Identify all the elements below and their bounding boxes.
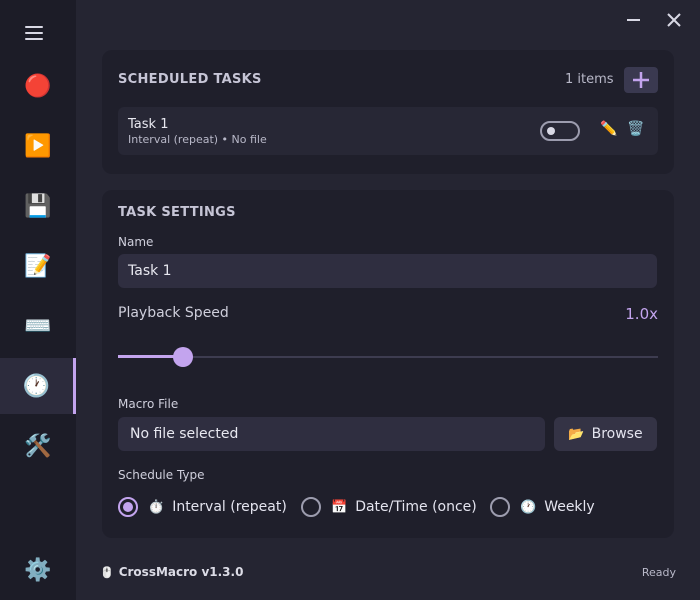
status-text: Ready [641, 566, 676, 579]
sidebar-item-settings[interactable]: ⚙️ [0, 542, 76, 598]
macro-file-label: Macro File [118, 397, 179, 411]
browse-button[interactable]: 📂 Browse [554, 417, 657, 451]
save-icon: 💾 [24, 193, 52, 219]
slider-track [118, 356, 658, 358]
folder-icon: 📂 [568, 426, 585, 442]
add-task-button[interactable] [624, 67, 658, 93]
minimize-button[interactable] [624, 10, 644, 30]
trash-icon: 🗑️ [627, 121, 645, 137]
schedule-option-label: Date/Time (once) [355, 499, 477, 515]
app-version: 🖱️ CrossMacro v1.3.0 [100, 565, 243, 579]
calendar-icon: 📅 [331, 499, 348, 515]
play-icon: ▶️ [24, 133, 52, 159]
slider-thumb[interactable] [173, 347, 193, 367]
schedule-option-label: Interval (repeat) [172, 499, 287, 515]
macro-file-value: No file selected [130, 426, 239, 442]
playback-speed-label: Playback Speed [118, 305, 229, 321]
scheduled-tasks-title: SCHEDULED TASKS [118, 72, 262, 87]
schedule-option-interval[interactable]: ⏱️ Interval (repeat) [118, 494, 287, 520]
playback-speed-slider[interactable] [118, 347, 658, 367]
hamburger-menu-icon[interactable] [25, 26, 45, 40]
sidebar-item-save[interactable]: 💾 [0, 178, 76, 234]
schedule-option-weekly[interactable]: 🕐 Weekly [490, 494, 595, 520]
name-field[interactable]: Task 1 [118, 254, 657, 288]
stopwatch-icon: ⏱️ [148, 499, 165, 515]
sidebar-item-keyboard[interactable]: ⌨️ [0, 298, 76, 354]
memo-icon: 📝 [24, 253, 52, 279]
schedule-option-label: Weekly [544, 499, 595, 515]
sidebar-item-record[interactable]: 🔴 [0, 58, 76, 114]
close-button[interactable] [664, 10, 684, 30]
record-icon: 🔴 [24, 73, 52, 99]
radio-button[interactable] [301, 497, 321, 517]
name-label: Name [118, 235, 154, 249]
tools-icon: 🛠️ [24, 433, 52, 459]
plus-icon [633, 72, 649, 88]
task-count: 1 items [565, 72, 614, 87]
macro-file-field[interactable]: No file selected [118, 417, 545, 451]
sidebar: 🔴 ▶️ 💾 📝 ⌨️ 🕐 🛠️ ⚙️ [0, 0, 76, 600]
delete-task-button[interactable]: 🗑️ [627, 121, 644, 137]
name-field-value: Task 1 [128, 263, 172, 279]
toggle-knob [547, 127, 555, 135]
minimize-icon [627, 19, 640, 21]
schedule-type-label: Schedule Type [118, 468, 205, 482]
clock-icon: 🕐 [22, 373, 51, 399]
gear-icon: ⚙️ [24, 557, 52, 583]
app-name: CrossMacro v1.3.0 [118, 565, 244, 579]
edit-task-button[interactable]: ✏️ [600, 121, 617, 137]
clock-icon: 🕐 [520, 499, 537, 515]
radio-button[interactable] [118, 497, 138, 517]
close-icon [667, 13, 681, 27]
task-detail: Interval (repeat) • No file [128, 133, 267, 146]
playback-speed-value: 1.0x [625, 305, 658, 323]
schedule-option-datetime[interactable]: 📅 Date/Time (once) [301, 494, 477, 520]
sidebar-item-editor[interactable]: 📝 [0, 238, 76, 294]
scheduled-tasks-card: SCHEDULED TASKS 1 items Task 1 Interval … [102, 50, 674, 174]
radio-button[interactable] [490, 497, 510, 517]
task-settings-title: TASK SETTINGS [118, 205, 236, 220]
task-enabled-toggle[interactable] [540, 121, 580, 141]
sidebar-item-play[interactable]: ▶️ [0, 118, 76, 174]
browse-label: Browse [591, 426, 643, 442]
mouse-icon: 🖱️ [100, 565, 114, 579]
pencil-icon: ✏️ [600, 121, 618, 137]
keyboard-icon: ⌨️ [24, 313, 52, 339]
task-row[interactable]: Task 1 Interval (repeat) • No file ✏️ 🗑️ [118, 107, 658, 155]
task-name: Task 1 [128, 117, 169, 132]
sidebar-item-tools[interactable]: 🛠️ [0, 418, 76, 474]
sidebar-item-scheduler[interactable]: 🕐 [0, 358, 76, 414]
